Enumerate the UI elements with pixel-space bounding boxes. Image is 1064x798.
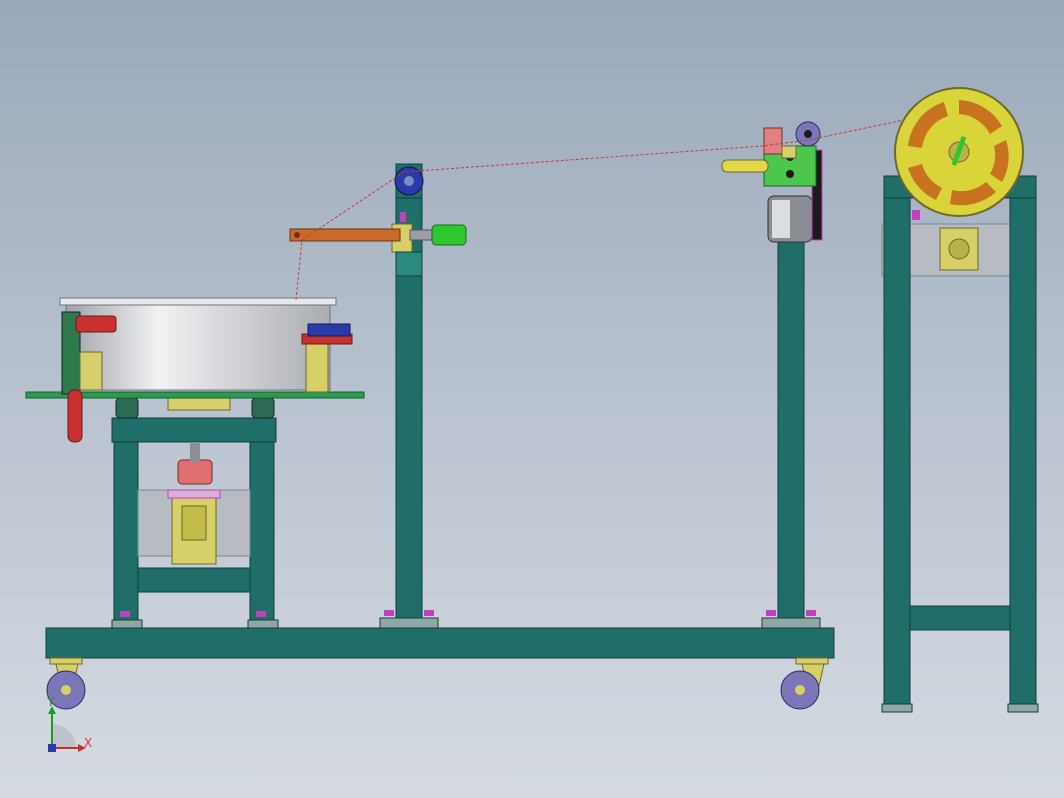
feeder-column	[721, 121, 823, 629]
stand-foot	[1007, 703, 1039, 713]
table-foot-right	[247, 619, 279, 629]
stand-leg-right	[1009, 175, 1037, 707]
cad-viewport[interactable]: X Y	[0, 0, 1064, 798]
arm-eyelet	[294, 232, 300, 238]
foot-bolt	[384, 610, 394, 616]
column-foot	[379, 617, 439, 629]
triad-y-label: Y	[46, 695, 55, 709]
shaft	[190, 442, 200, 462]
caster-hub	[795, 685, 805, 695]
table-top-beam	[111, 417, 277, 443]
caster-mount-left	[49, 657, 83, 665]
clamp-lever[interactable]	[67, 389, 83, 443]
foot-bolt	[806, 610, 816, 616]
caster-hub	[61, 685, 71, 695]
stand-cross-beam	[909, 605, 1011, 631]
feeder-guide-hub	[804, 130, 812, 138]
clamp-handle[interactable]	[75, 315, 117, 333]
pulley-hub	[404, 176, 414, 186]
spool-motor-hub	[948, 238, 970, 260]
stand-foot	[881, 703, 913, 713]
foot-bolt	[120, 611, 130, 617]
column-foot	[761, 617, 821, 629]
table-lower-beam	[137, 567, 251, 593]
spool-stand	[881, 87, 1039, 713]
table-foot-left	[111, 619, 143, 629]
arm-bracket	[395, 251, 423, 277]
table-leg-right	[249, 417, 275, 625]
wire-guide-post	[305, 341, 329, 393]
feeder-nozzle[interactable]	[721, 159, 769, 173]
clamp-bracket	[79, 351, 103, 391]
counterweight-shaft	[409, 229, 435, 241]
assembly-drawing: X Y	[25, 87, 1039, 752]
motor-window	[181, 505, 207, 541]
rotary-bearing	[167, 397, 231, 411]
counterweight-green[interactable]	[431, 224, 467, 246]
accent-bolt	[912, 210, 920, 220]
feeder-roller-pink	[763, 127, 783, 155]
rotary-table-station	[25, 297, 365, 629]
foot-bolt	[424, 610, 434, 616]
winding-drum	[65, 301, 331, 391]
feeder-clamp-yellow	[781, 145, 797, 159]
dancer-arm[interactable]	[289, 228, 401, 242]
stand-leg-left	[883, 175, 911, 707]
drum-rim	[59, 297, 337, 306]
foot-bolt	[256, 611, 266, 617]
triad-x-label: X	[84, 736, 92, 750]
feeder-bolt	[786, 170, 794, 178]
feeder-motor-face	[772, 200, 790, 238]
foot-bolt	[766, 610, 776, 616]
triad-origin	[48, 744, 56, 752]
vibration-damper-right	[251, 397, 275, 419]
column-post	[777, 211, 805, 621]
coupling	[177, 459, 213, 485]
vibration-damper-left	[115, 397, 139, 419]
main-base	[45, 627, 835, 710]
caster-mount-right	[795, 657, 829, 665]
table-leg-left	[113, 417, 139, 625]
base-beam	[45, 627, 835, 659]
motor-flange	[167, 489, 221, 499]
accent-bolt	[400, 212, 406, 222]
wire-guide-block-blue	[307, 323, 351, 337]
